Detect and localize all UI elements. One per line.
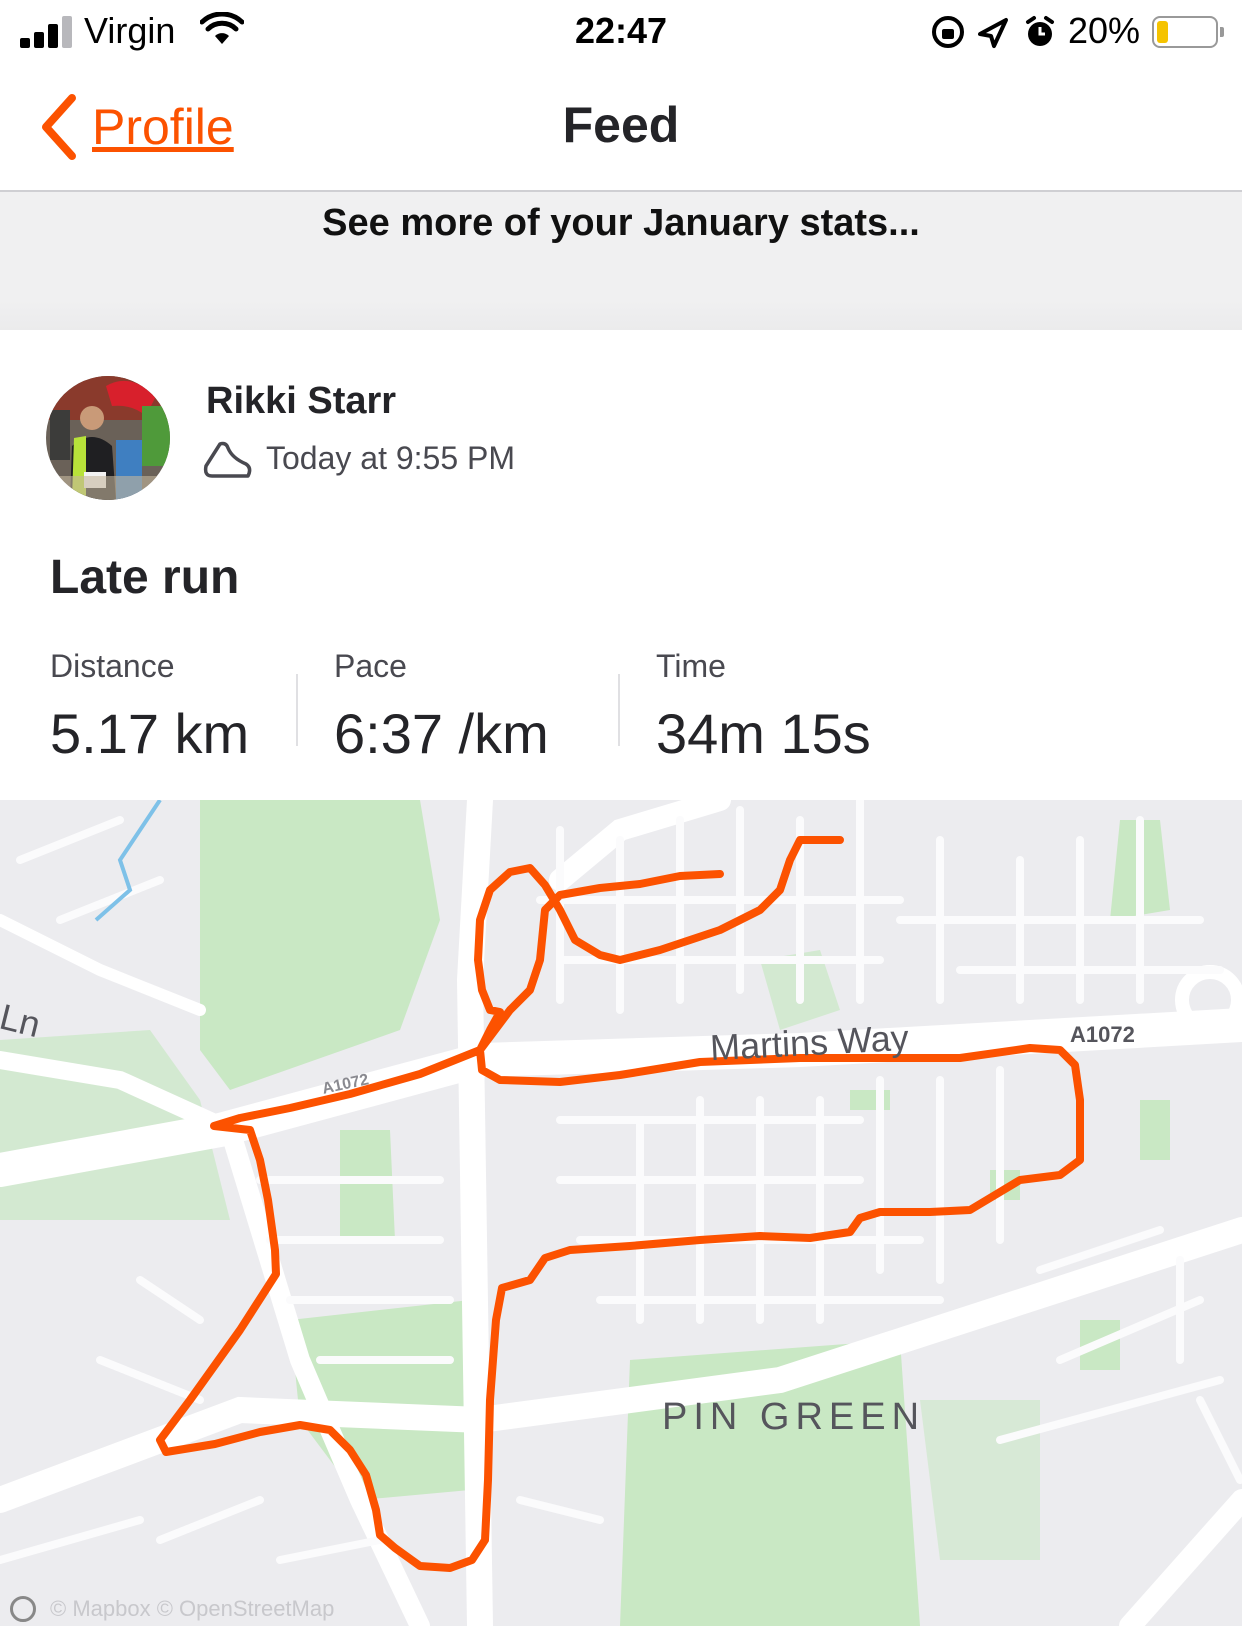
stat-value: 5.17 km (50, 702, 250, 765)
attribution-text[interactable]: © Mapbox © OpenStreetMap (50, 1596, 334, 1622)
stat-label: Distance (50, 648, 175, 684)
stat-value: 6:37 /km (334, 702, 549, 765)
battery-percent: 20% (1068, 10, 1141, 51)
page-title: Feed (562, 97, 680, 153)
stat-distance: Distance 5.17 km (50, 648, 249, 766)
alarm-icon (1026, 16, 1054, 46)
activity-timestamp: Today at 9:55 PM (266, 440, 516, 476)
stat-pace: Pace 6:37 /km (334, 648, 549, 766)
athlete-name[interactable]: Rikki Starr (206, 380, 396, 423)
monthly-stats-banner[interactable]: See more of your January stats... (0, 192, 1242, 330)
mapbox-logo-icon[interactable] (10, 1596, 36, 1622)
activity-title[interactable]: Late run (50, 550, 239, 605)
location-arrow-icon (978, 18, 1008, 48)
activity-card[interactable]: Rikki Starr Today at 9:55 PM Late run Di… (0, 330, 1242, 800)
orientation-lock-icon (932, 16, 964, 48)
stat-label: Pace (334, 648, 407, 684)
stat-value: 34m 15s (656, 702, 871, 765)
map-label-a1072: A1072 (1070, 1022, 1135, 1047)
monthly-stats-link[interactable]: See more of your January stats... (0, 202, 1242, 245)
route-map[interactable]: Martins Way A1072 A1072 PIN GREEN Ln © M… (0, 800, 1242, 1626)
status-icons (932, 16, 1054, 48)
map-label-pin-green: PIN GREEN (662, 1396, 926, 1438)
athlete-photo (46, 376, 170, 500)
status-bar: Virgin 22:47 20% (0, 0, 1242, 66)
running-shoe-icon (203, 441, 252, 478)
stat-divider (296, 674, 298, 746)
stat-label: Time (656, 648, 726, 684)
banner-divider (0, 300, 1242, 330)
battery-icon (1152, 16, 1224, 48)
map-attribution[interactable]: © Mapbox © OpenStreetMap (10, 1596, 334, 1622)
battery-level (1157, 21, 1168, 43)
map-canvas (0, 800, 1242, 1626)
navigation-bar: Profile Feed (0, 66, 1242, 192)
stat-time: Time 34m 15s (656, 648, 871, 766)
stat-divider (618, 674, 620, 746)
avatar[interactable] (46, 376, 170, 500)
